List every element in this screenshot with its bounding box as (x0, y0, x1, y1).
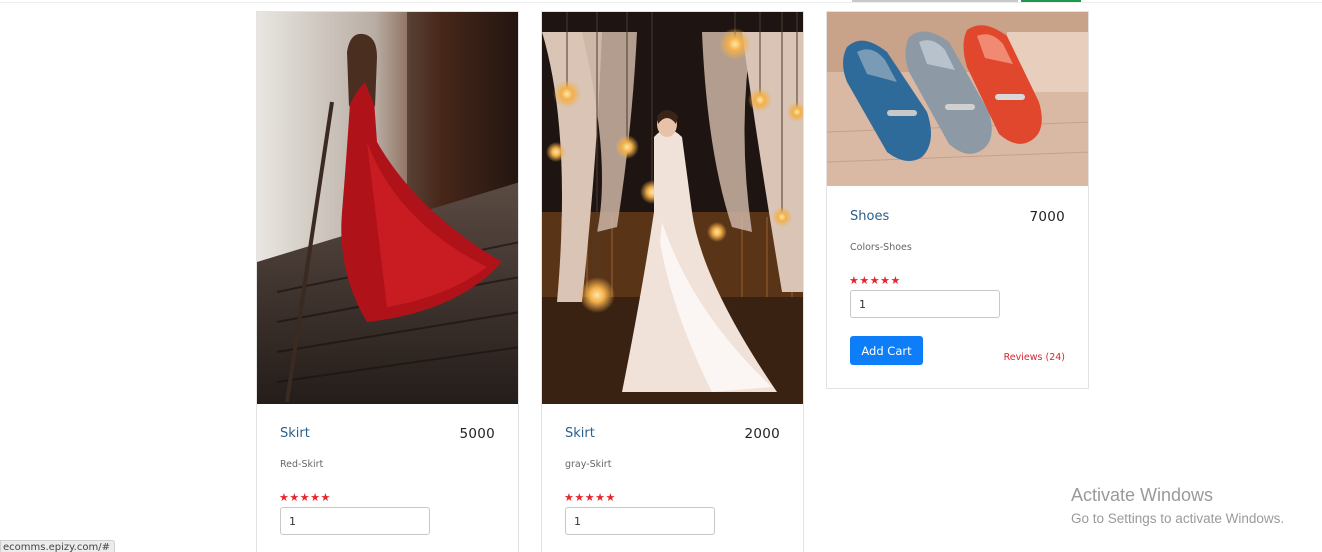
product-description: Red-Skirt (280, 459, 324, 470)
product-description: gray-Skirt (565, 459, 612, 470)
quantity-input[interactable] (280, 507, 430, 535)
rating-stars: ★★★★★ (564, 491, 616, 504)
rating-stars: ★★★★★ (279, 491, 331, 504)
product-description: Colors-Shoes (850, 242, 912, 253)
top-bar-gray (852, 0, 1018, 2)
product-price: 7000 (1029, 209, 1065, 225)
quantity-input[interactable] (850, 290, 1000, 318)
reviews-link[interactable]: Reviews (24) (1004, 352, 1065, 363)
product-price: 5000 (459, 426, 495, 442)
product-image-loafers[interactable] (827, 12, 1088, 186)
quantity-input[interactable] (565, 507, 715, 535)
product-name[interactable]: Skirt (565, 426, 595, 441)
product-card: Shoes 7000 Colors-Shoes ★★★★★ Add Cart R… (826, 11, 1089, 389)
product-card: Skirt 2000 gray-Skirt ★★★★★ (541, 11, 804, 552)
product-image-white-gown[interactable] (542, 12, 803, 404)
top-divider (0, 0, 1322, 3)
product-card: Skirt 5000 Red-Skirt ★★★★★ (256, 11, 519, 552)
activate-windows-title: Activate Windows (1071, 485, 1214, 505)
activate-windows-subtitle: Go to Settings to activate Windows. (1071, 511, 1285, 526)
product-name[interactable]: Shoes (850, 209, 889, 224)
status-bar-url: ecomms.epizy.com/# (0, 540, 115, 552)
product-price: 2000 (744, 426, 780, 442)
product-image-red-dress[interactable] (257, 12, 518, 404)
top-bar-green (1021, 0, 1081, 2)
rating-stars: ★★★★★ (849, 274, 901, 287)
product-name[interactable]: Skirt (280, 426, 310, 441)
add-cart-button[interactable]: Add Cart (850, 336, 923, 365)
